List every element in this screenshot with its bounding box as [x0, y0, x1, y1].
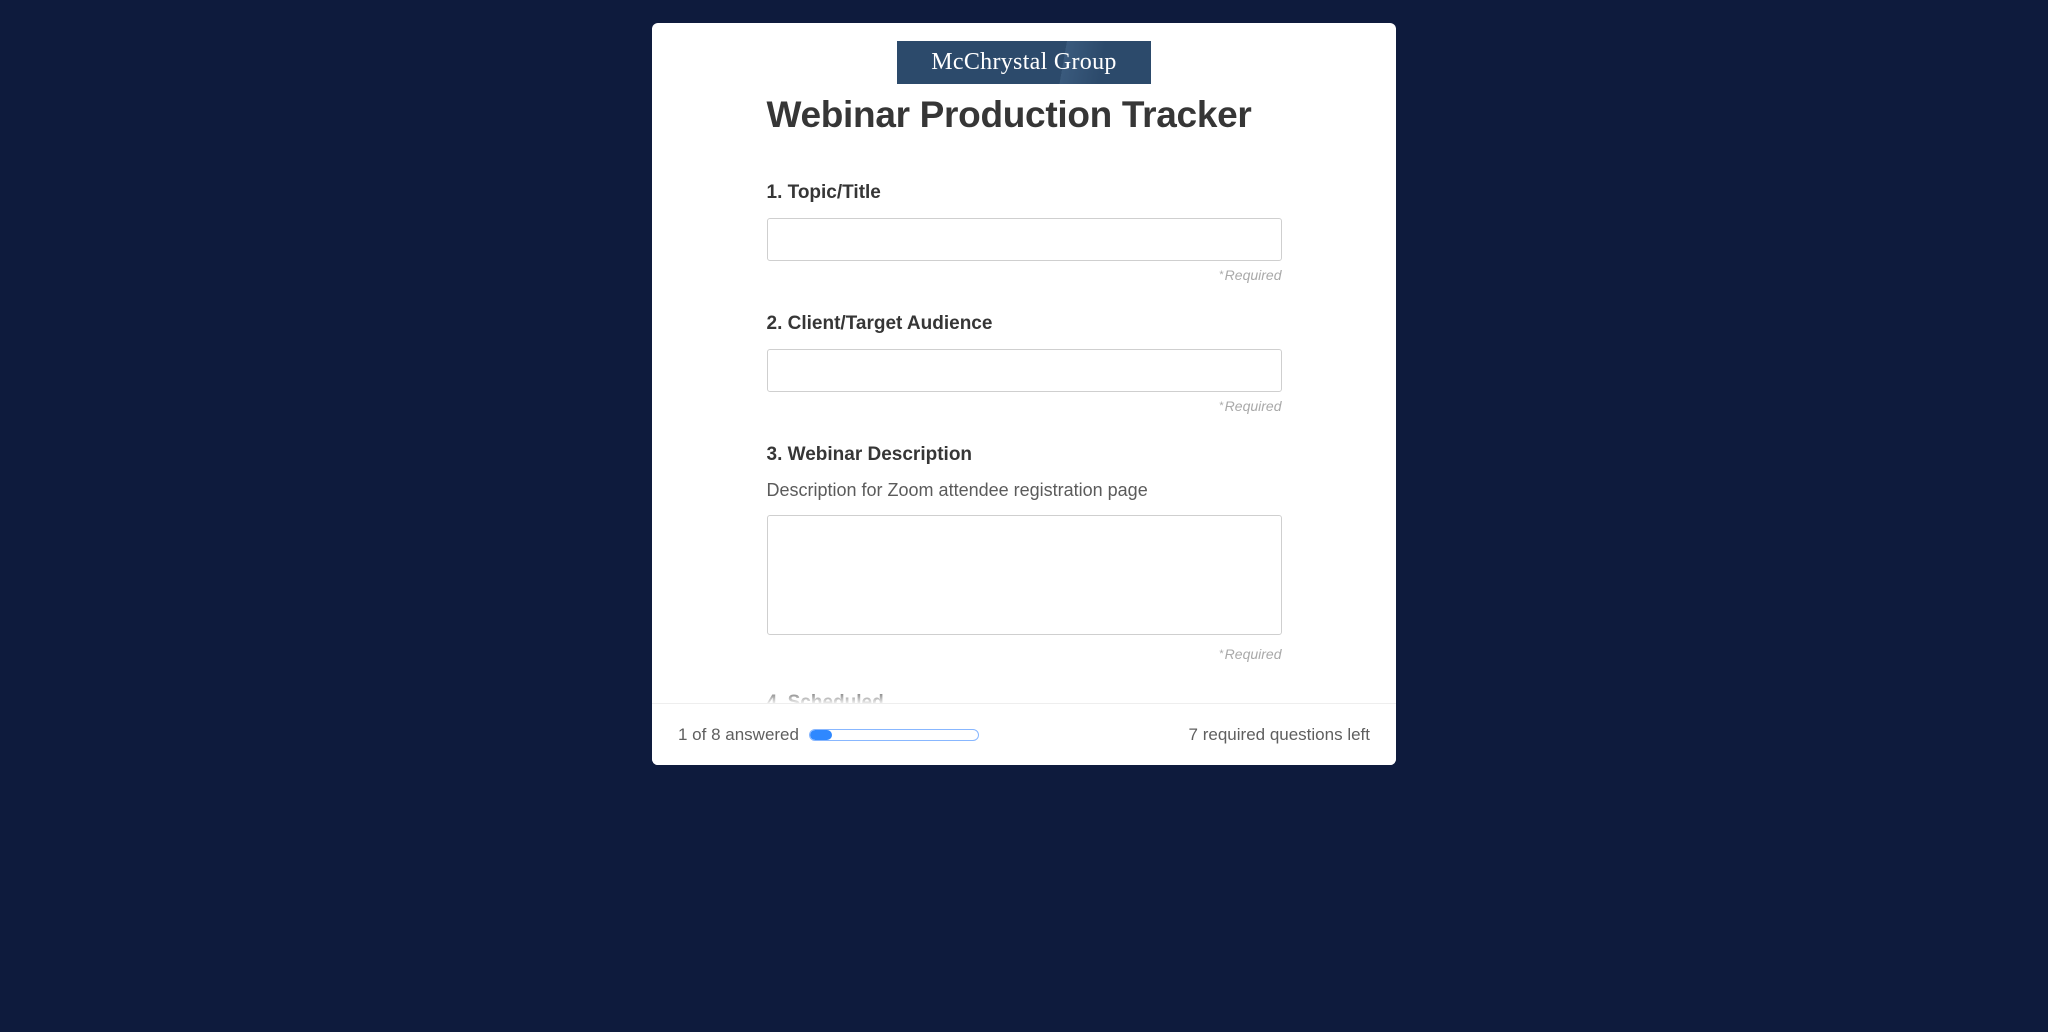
answered-count: 1 of 8 answered — [678, 725, 799, 745]
remaining-count: 7 required questions left — [1189, 725, 1370, 745]
question-2-required: Required — [767, 398, 1282, 414]
question-3-label: 3. Webinar Description — [767, 444, 1282, 466]
progress-bar — [809, 729, 979, 741]
question-4: 4. Scheduled Delivery Date — [767, 692, 1282, 703]
question-1: 1. Topic/Title Required — [767, 182, 1282, 283]
question-1-required: Required — [767, 267, 1282, 283]
form-inner: McChrystal Group Webinar Production Trac… — [767, 41, 1282, 703]
form-footer: 1 of 8 answered 7 required questions lef… — [652, 703, 1396, 765]
question-4-label: 4. Scheduled — [767, 692, 1282, 703]
client-audience-input[interactable] — [767, 349, 1282, 392]
webinar-description-input[interactable] — [767, 515, 1282, 635]
question-1-label: 1. Topic/Title — [767, 182, 1282, 204]
question-2-label: 2. Client/Target Audience — [767, 313, 1282, 335]
form-card: McChrystal Group Webinar Production Trac… — [652, 23, 1396, 765]
progress-fill — [810, 730, 832, 740]
logo-wrap: McChrystal Group — [767, 41, 1282, 84]
question-3: 3. Webinar Description Description for Z… — [767, 444, 1282, 662]
question-2: 2. Client/Target Audience Required — [767, 313, 1282, 414]
form-scroll-area[interactable]: McChrystal Group Webinar Production Trac… — [652, 23, 1396, 703]
question-3-desc: Description for Zoom attendee registrati… — [767, 480, 1282, 501]
form-title: Webinar Production Tracker — [767, 94, 1282, 136]
brand-logo: McChrystal Group — [897, 41, 1150, 84]
topic-title-input[interactable] — [767, 218, 1282, 261]
question-3-required: Required — [767, 646, 1282, 662]
